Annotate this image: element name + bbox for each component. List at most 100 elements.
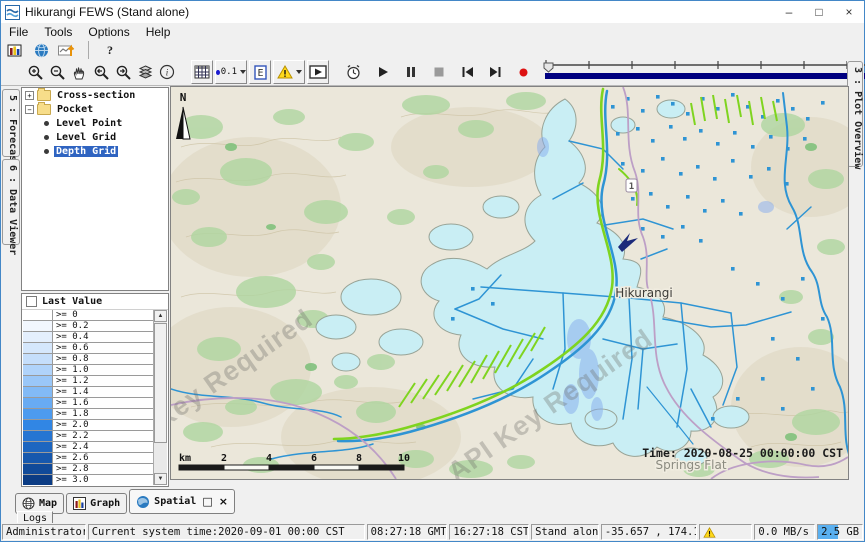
legend-swatch [23, 387, 53, 397]
tree-item-level-grid[interactable]: Level Grid [44, 131, 168, 144]
legend-row[interactable]: >= 2.6 [23, 453, 153, 464]
tree-item-level-point[interactable]: Level Point [44, 117, 168, 130]
step-first-button[interactable] [457, 61, 477, 83]
legend-row[interactable]: >= 0.4 [23, 332, 153, 343]
time-slider[interactable] [543, 59, 865, 86]
legend-swatch [23, 464, 53, 474]
scale-tick: 8 [356, 453, 362, 464]
spatial-globe-icon [136, 495, 150, 509]
warning-triangle-icon [277, 65, 293, 79]
bullet-icon [44, 135, 49, 140]
timeseries-dialog-button[interactable] [57, 39, 77, 61]
status-warning[interactable] [699, 524, 753, 540]
menu-help[interactable]: Help [138, 25, 179, 39]
legend-row[interactable]: >= 0.8 [23, 354, 153, 365]
legend-row[interactable]: >= 1.8 [23, 409, 153, 420]
tree-item-cross-section[interactable]: + Cross-section [25, 89, 168, 102]
thresholds-dropdown[interactable] [273, 60, 305, 84]
app-window: Hikurangi FEWS (Stand alone) – □ × File … [0, 0, 865, 542]
tree-item-depth-grid[interactable]: Depth Grid [44, 145, 168, 158]
maximize-button[interactable]: □ [804, 1, 834, 23]
collapse-icon[interactable]: − [25, 105, 34, 114]
dropdown-arrow-icon [240, 70, 246, 74]
grid-display-button[interactable] [191, 60, 213, 84]
status-system-time: Current system time:2020-09-01 00:00 CST [88, 524, 365, 540]
contour-value-dropdown[interactable]: 0.1 [215, 60, 247, 84]
road-shield-number: 1 [629, 182, 634, 192]
zoom-previous-button[interactable] [91, 61, 111, 83]
slider-handle[interactable] [544, 63, 553, 72]
legend-row[interactable]: >= 1.2 [23, 376, 153, 387]
tab-close-icon[interactable]: × [219, 495, 228, 508]
play-button[interactable] [373, 61, 393, 83]
legend-row[interactable]: >= 2.2 [23, 431, 153, 442]
animation-settings-button[interactable] [343, 61, 363, 83]
zoom-out-button[interactable] [47, 61, 67, 83]
scrollbar-thumb[interactable] [154, 323, 167, 443]
legend-swatch [23, 376, 53, 386]
animation-dialog-button[interactable] [307, 60, 329, 84]
legend-row[interactable]: >= 0.2 [23, 321, 153, 332]
zoom-in-button[interactable] [25, 61, 45, 83]
expand-icon[interactable]: + [25, 91, 34, 100]
pan-button[interactable] [69, 61, 89, 83]
map-display-button[interactable] [31, 39, 51, 61]
stop-button[interactable] [429, 61, 449, 83]
tab-plot-overview[interactable]: 3 : Plot Overview [847, 61, 863, 167]
record-button[interactable] [513, 61, 533, 83]
tree-item-label: Pocket [55, 104, 95, 115]
legend-toggle-button[interactable]: E [249, 60, 271, 84]
legend-row[interactable]: >= 1.6 [23, 398, 153, 409]
scroll-down-icon[interactable]: ▼ [154, 473, 167, 485]
legend-row[interactable]: >= 1.0 [23, 365, 153, 376]
tree-item-pocket[interactable]: − Pocket [25, 103, 168, 116]
status-mode: Stand alone [531, 524, 599, 540]
scroll-up-icon[interactable]: ▲ [154, 310, 167, 322]
legend-scrollbar[interactable]: ▲ ▼ [153, 310, 167, 485]
map-canvas[interactable]: 1 N km 2 4 6 8 10 Hikurangi [171, 87, 848, 479]
menu-options[interactable]: Options [80, 25, 137, 39]
tab-spatial[interactable]: Spatial □ × [129, 489, 235, 514]
tab-maximize-icon[interactable]: □ [202, 495, 212, 508]
step-last-button[interactable] [485, 61, 505, 83]
menu-tools[interactable]: Tools [36, 25, 80, 39]
tab-data-viewer[interactable]: 6 : Data Viewer [2, 159, 20, 245]
layers-button[interactable] [135, 61, 155, 83]
filter-tree-panel: + Cross-section − Pocket Level Point Lev… [21, 87, 169, 291]
tab-forecast[interactable]: 5 : Forecast [2, 89, 20, 157]
fews-logo-icon [5, 5, 20, 20]
right-tab-strip: 3 : Plot Overview [847, 59, 864, 486]
chart-arrow-icon [58, 43, 76, 58]
pause-button[interactable] [401, 61, 421, 83]
tree-item-label-selected: Depth Grid [54, 146, 118, 157]
dropdown-arrow-icon [296, 70, 302, 74]
info-icon: i [159, 64, 175, 80]
legend-swatch [23, 343, 53, 353]
tab-map-label: Map [39, 498, 57, 509]
zoom-out-icon [49, 64, 66, 81]
menu-file[interactable]: File [1, 25, 36, 39]
tab-graph[interactable]: Graph [66, 493, 127, 514]
area-label-springs-flat: Springs Flat [655, 458, 726, 472]
help-button[interactable]: ? [100, 39, 120, 61]
legend-row[interactable]: >= 3.0 [23, 475, 153, 485]
legend-row[interactable]: >= 0 [23, 310, 153, 321]
last-value-checkbox[interactable] [26, 296, 37, 307]
info-button[interactable]: i [157, 61, 177, 83]
legend-row[interactable]: >= 2.8 [23, 464, 153, 475]
legend-label: >= 2.2 [53, 431, 153, 441]
warning-triangle-icon [703, 527, 716, 538]
close-button[interactable]: × [834, 1, 864, 23]
zoom-next-button[interactable] [113, 61, 133, 83]
legend-row[interactable]: >= 2.0 [23, 420, 153, 431]
database-viewer-button[interactable] [5, 39, 25, 61]
minimize-button[interactable]: – [774, 1, 804, 23]
legend-row[interactable]: >= 2.4 [23, 442, 153, 453]
legend-label: >= 0 [53, 310, 153, 320]
contour-value: 0.1 [221, 67, 237, 77]
scale-unit-label: km [179, 453, 191, 464]
legend-row[interactable]: >= 0.6 [23, 343, 153, 354]
legend-row[interactable]: >= 1.4 [23, 387, 153, 398]
main-toolbar: ? [1, 41, 864, 59]
globe-icon [34, 43, 49, 58]
